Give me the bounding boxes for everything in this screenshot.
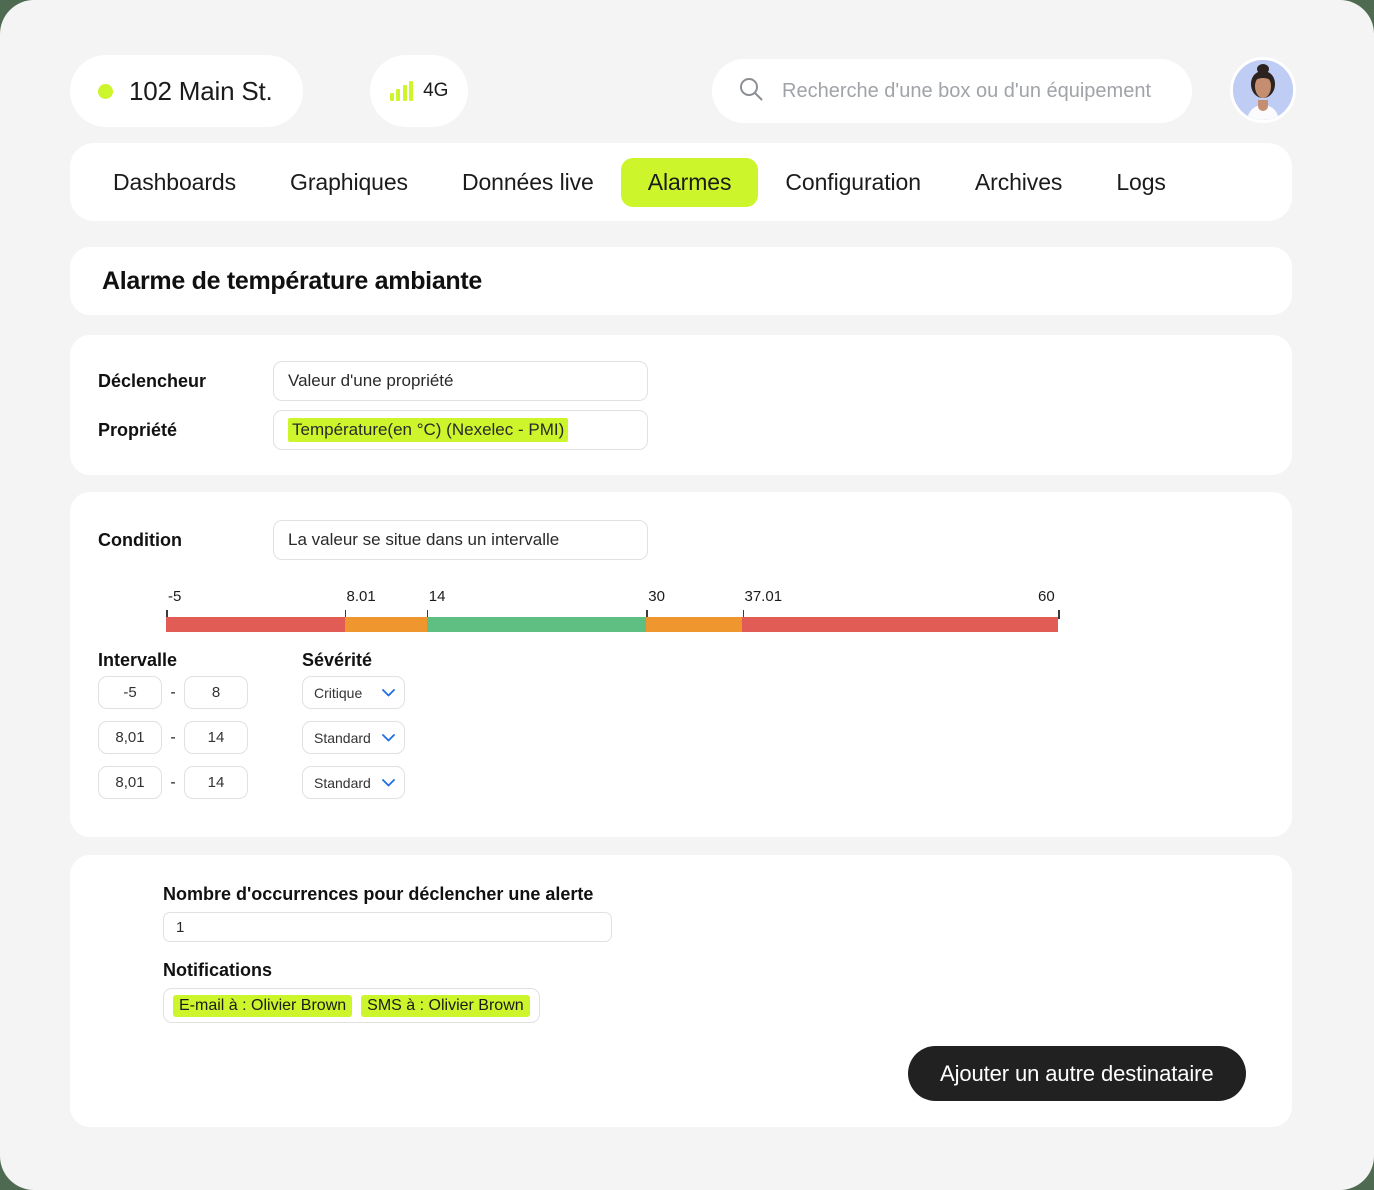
table-row: -5 - 8 <box>98 676 248 709</box>
range-tick-label: 37.01 <box>744 588 783 605</box>
search-input[interactable] <box>782 79 1166 103</box>
severity-range-chart: -5 8.01 14 30 37.01 60 <box>166 588 1060 638</box>
severity-select[interactable]: Standard <box>302 766 405 799</box>
condition-row: Condition La valeur se situe dans un int… <box>98 520 648 560</box>
condition-label: Condition <box>98 529 182 550</box>
condition-card: Condition La valeur se situe dans un int… <box>70 492 1292 837</box>
range-segment-critique <box>166 617 345 632</box>
nav-item-archives[interactable]: Archives <box>948 158 1089 207</box>
app-window: 102 Main St. 4G Recherche d'une box ou d… <box>0 0 1374 1190</box>
nav-item-alarmes[interactable]: Alarmes <box>620 157 759 207</box>
nav-item-graphiques[interactable]: Graphiques <box>263 158 435 207</box>
interval-column-header: Intervalle <box>98 650 178 670</box>
property-value: Température(en °C) (Nexelec - PMI) <box>288 418 569 442</box>
severity-select[interactable]: Critique <box>302 676 405 709</box>
main-nav: Dashboards Graphiques Données live Alarm… <box>70 143 1292 221</box>
trigger-row: Déclencheur Valeur d'une propriété <box>98 361 648 401</box>
trigger-value: Valeur d'une propriété <box>288 371 454 390</box>
severity-value: Standard <box>314 774 371 791</box>
search-bar[interactable] <box>712 59 1192 123</box>
alarm-title-card: Alarme de température ambiante <box>70 247 1292 315</box>
table-row: 8,01 - 14 <box>98 766 248 799</box>
notification-chip-email[interactable]: E-mail à : Olivier Brown <box>173 994 353 1017</box>
notification-chips: E-mail à : Olivier Brown SMS à : Olivier… <box>163 988 540 1023</box>
avatar[interactable] <box>1230 57 1296 123</box>
condition-value: La valeur se situe dans un intervalle <box>288 530 560 549</box>
search-icon <box>738 76 764 107</box>
range-segment-normal <box>426 617 647 632</box>
interval-to-input[interactable]: 14 <box>184 721 248 754</box>
range-tick-label: 60 <box>1038 588 1055 605</box>
site-selector[interactable]: 102 Main St. <box>70 55 303 127</box>
range-segment-standard <box>344 617 427 632</box>
severity-select[interactable]: Standard <box>302 721 405 754</box>
interval-dash: - <box>170 773 176 791</box>
signal-bars-icon <box>389 81 414 101</box>
interval-from-input[interactable]: 8,01 <box>98 766 162 799</box>
interval-dash: - <box>170 683 176 701</box>
trigger-select[interactable]: Valeur d'une propriété <box>273 361 648 401</box>
severity-column-header: Sévérité <box>302 650 373 670</box>
chevron-down-icon <box>382 776 395 789</box>
interval-to-input[interactable]: 14 <box>184 766 248 799</box>
occurrences-value: 1 <box>176 918 185 936</box>
severity-value: Standard <box>314 729 371 746</box>
property-label: Propriété <box>98 419 178 440</box>
top-bar: 102 Main St. 4G <box>70 55 1296 127</box>
range-tick-label: -5 <box>168 588 182 605</box>
range-segment-standard <box>646 617 743 632</box>
range-tick-mark <box>1058 610 1060 619</box>
range-tick-label: 30 <box>648 588 665 605</box>
notifications-label: Notifications <box>163 960 273 980</box>
nav-item-configuration[interactable]: Configuration <box>758 158 948 207</box>
page-title: Alarme de température ambiante <box>102 266 483 295</box>
condition-select[interactable]: La valeur se situe dans un intervalle <box>273 520 648 560</box>
nav-item-dashboards[interactable]: Dashboards <box>86 158 263 207</box>
occurrences-input[interactable]: 1 <box>163 912 612 942</box>
notification-chip-sms[interactable]: SMS à : Olivier Brown <box>361 994 530 1017</box>
range-tick-labels: -5 8.01 14 30 37.01 60 <box>166 588 1060 619</box>
online-status-dot <box>98 83 113 99</box>
occurrences-label: Nombre d'occurrences pour déclencher une… <box>163 884 594 904</box>
chevron-down-icon <box>382 686 395 699</box>
interval-to-input[interactable]: 8 <box>184 676 248 709</box>
property-select[interactable]: Température(en °C) (Nexelec - PMI) <box>273 410 648 450</box>
nav-item-logs[interactable]: Logs <box>1089 158 1192 207</box>
chevron-down-icon <box>382 731 395 744</box>
network-status: 4G <box>370 55 468 127</box>
interval-dash: - <box>170 728 176 746</box>
network-label: 4G <box>423 80 449 101</box>
add-recipient-button[interactable]: Ajouter un autre destinataire <box>908 1046 1246 1101</box>
range-tick-label: 14 <box>428 588 446 605</box>
nav-item-donnees-live[interactable]: Données live <box>435 158 621 207</box>
severity-value: Critique <box>314 684 363 701</box>
table-row: 8,01 - 14 <box>98 721 248 754</box>
interval-from-input[interactable]: 8,01 <box>98 721 162 754</box>
avatar-image <box>1233 60 1293 120</box>
range-segment-critique <box>742 617 1058 632</box>
property-row: Propriété Température(en °C) (Nexelec - … <box>98 410 648 450</box>
interval-from-input[interactable]: -5 <box>98 676 162 709</box>
range-bar <box>166 617 1058 632</box>
range-tick-label: 8.01 <box>346 588 376 605</box>
site-name: 102 Main St. <box>129 75 273 106</box>
trigger-label: Déclencheur <box>98 370 207 391</box>
trigger-card: Déclencheur Valeur d'une propriété Propr… <box>70 335 1292 475</box>
